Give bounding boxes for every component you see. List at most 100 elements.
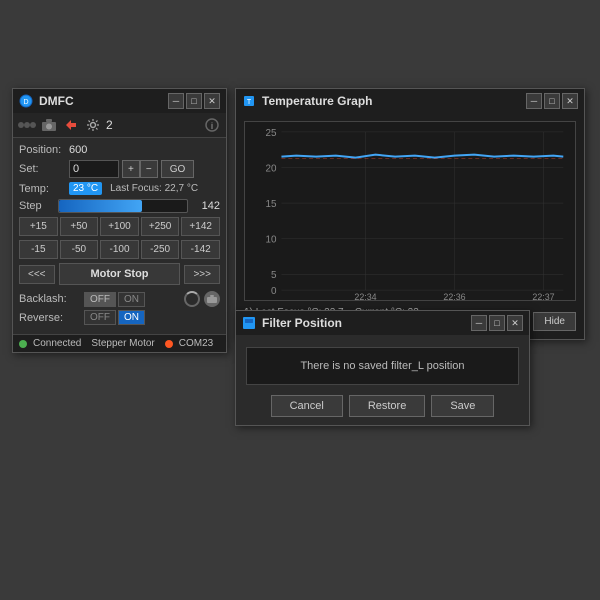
- com-port-text: COM23: [179, 338, 213, 349]
- minus250-btn[interactable]: -250: [141, 240, 180, 259]
- temp-minimize-btn[interactable]: ─: [526, 93, 542, 109]
- camera-small-icon: [204, 291, 220, 307]
- set-input[interactable]: [69, 160, 119, 178]
- toolbar-info-icon[interactable]: i: [203, 116, 221, 134]
- temp-title: Temperature Graph: [262, 94, 526, 108]
- go-btn[interactable]: GO: [161, 160, 195, 178]
- filter-title: Filter Position: [262, 316, 471, 330]
- temp-row: Temp: 23 °C Last Focus: 22,7 °C: [19, 182, 220, 195]
- connected-indicator: [19, 340, 27, 348]
- dmfc-title-bar: D DMFC ─ □ ✕: [13, 89, 226, 113]
- minus15-btn[interactable]: -15: [19, 240, 58, 259]
- plus15-btn[interactable]: +15: [19, 217, 58, 236]
- graph-container: 25 20 15 10 5 0 22:34 22:36 22:37: [244, 121, 576, 301]
- svg-text:0: 0: [271, 286, 277, 297]
- toolbar-number: 2: [106, 118, 113, 132]
- minus50-btn[interactable]: -50: [60, 240, 99, 259]
- dmfc-maximize-btn[interactable]: □: [186, 93, 202, 109]
- svg-text:D: D: [23, 99, 28, 106]
- toolbar-circles-icon: [18, 116, 36, 134]
- backlash-on-btn[interactable]: ON: [118, 292, 145, 307]
- com-indicator: [165, 340, 173, 348]
- filter-position-window: Filter Position ─ □ ✕ There is no saved …: [235, 310, 530, 426]
- svg-text:22:36: 22:36: [443, 292, 465, 300]
- plus250-btn[interactable]: +250: [141, 217, 180, 236]
- plus142-btn[interactable]: +142: [181, 217, 220, 236]
- set-label: Set:: [19, 163, 69, 175]
- temp-graph-window: T Temperature Graph ─ □ ✕: [235, 88, 585, 340]
- minus142-btn[interactable]: -142: [181, 240, 220, 259]
- motor-prev-btn[interactable]: <<<: [19, 265, 55, 284]
- backlash-label: Backlash:: [19, 293, 84, 305]
- svg-text:15: 15: [266, 199, 277, 210]
- svg-text:22:37: 22:37: [532, 292, 554, 300]
- step-slider-fill: [59, 200, 142, 212]
- minus100-btn[interactable]: -100: [100, 240, 139, 259]
- connected-text: Connected: [33, 338, 81, 349]
- svg-text:i: i: [211, 121, 213, 131]
- graph-body: 25 20 15 10 5 0 22:34 22:36 22:37: [236, 113, 584, 339]
- dmfc-icon: D: [19, 94, 33, 108]
- temp-window-controls: ─ □ ✕: [526, 93, 578, 109]
- step-label: Step: [19, 200, 54, 212]
- dmfc-close-btn[interactable]: ✕: [204, 93, 220, 109]
- motor-type-text: Stepper Motor: [91, 338, 154, 349]
- dmfc-body: Position: 600 Set: + − GO Temp: 23 °C La…: [13, 138, 226, 334]
- temp-maximize-btn[interactable]: □: [544, 93, 560, 109]
- positive-btn-grid: +15 +50 +100 +250 +142: [19, 217, 220, 236]
- plus100-btn[interactable]: +100: [100, 217, 139, 236]
- cancel-btn[interactable]: Cancel: [271, 395, 343, 417]
- spinner-icon: [184, 291, 200, 307]
- svg-text:5: 5: [271, 270, 277, 281]
- filter-message: There is no saved filter_L position: [246, 347, 519, 385]
- restore-btn[interactable]: Restore: [349, 395, 426, 417]
- svg-text:25: 25: [266, 128, 277, 139]
- hide-btn[interactable]: Hide: [533, 312, 576, 331]
- dmfc-title: DMFC: [39, 94, 168, 108]
- last-focus-text: Last Focus: 22,7 °C: [110, 183, 198, 194]
- plus50-btn[interactable]: +50: [60, 217, 99, 236]
- temp-icon: T: [242, 94, 256, 108]
- filter-body: There is no saved filter_L position Canc…: [236, 335, 529, 425]
- filter-minimize-btn[interactable]: ─: [471, 315, 487, 331]
- dmfc-window: D DMFC ─ □ ✕: [12, 88, 227, 353]
- filter-window-controls: ─ □ ✕: [471, 315, 523, 331]
- negative-btn-grid: -15 -50 -100 -250 -142: [19, 240, 220, 259]
- set-plus-btn[interactable]: +: [122, 160, 140, 178]
- svg-text:T: T: [247, 99, 252, 106]
- set-minus-btn[interactable]: −: [140, 160, 158, 178]
- set-row: Set: + − GO: [19, 160, 220, 178]
- dmfc-toolbar: 2 i: [13, 113, 226, 138]
- step-value: 142: [192, 200, 220, 212]
- backlash-row: Backlash: OFF ON: [19, 291, 220, 307]
- backlash-off-btn[interactable]: OFF: [84, 292, 116, 307]
- temp-label: Temp:: [19, 183, 69, 195]
- toolbar-settings-icon[interactable]: [84, 116, 102, 134]
- step-slider[interactable]: [58, 199, 188, 213]
- toolbar-camera-icon[interactable]: [40, 116, 58, 134]
- reverse-off-btn[interactable]: OFF: [84, 310, 116, 325]
- svg-text:20: 20: [266, 163, 277, 174]
- filter-maximize-btn[interactable]: □: [489, 315, 505, 331]
- filter-close-btn[interactable]: ✕: [507, 315, 523, 331]
- dmfc-window-controls: ─ □ ✕: [168, 93, 220, 109]
- temp-close-btn[interactable]: ✕: [562, 93, 578, 109]
- motor-row: <<< Motor Stop >>>: [19, 263, 220, 285]
- filter-icon: [242, 316, 256, 330]
- filter-buttons: Cancel Restore Save: [246, 395, 519, 417]
- dmfc-minimize-btn[interactable]: ─: [168, 93, 184, 109]
- svg-text:10: 10: [266, 235, 277, 246]
- motor-stop-btn[interactable]: Motor Stop: [59, 263, 181, 285]
- svg-text:22:34: 22:34: [354, 292, 376, 300]
- step-row: Step 142: [19, 199, 220, 213]
- reverse-label: Reverse:: [19, 312, 84, 324]
- position-value: 600: [69, 144, 87, 156]
- motor-next-btn[interactable]: >>>: [184, 265, 220, 284]
- position-row: Position: 600: [19, 144, 220, 156]
- toolbar-arrow-icon: [62, 116, 80, 134]
- save-btn[interactable]: Save: [431, 395, 494, 417]
- reverse-on-btn[interactable]: ON: [118, 310, 145, 325]
- position-label: Position:: [19, 144, 69, 156]
- temp-badge: 23 °C: [69, 182, 102, 195]
- filter-title-bar: Filter Position ─ □ ✕: [236, 311, 529, 335]
